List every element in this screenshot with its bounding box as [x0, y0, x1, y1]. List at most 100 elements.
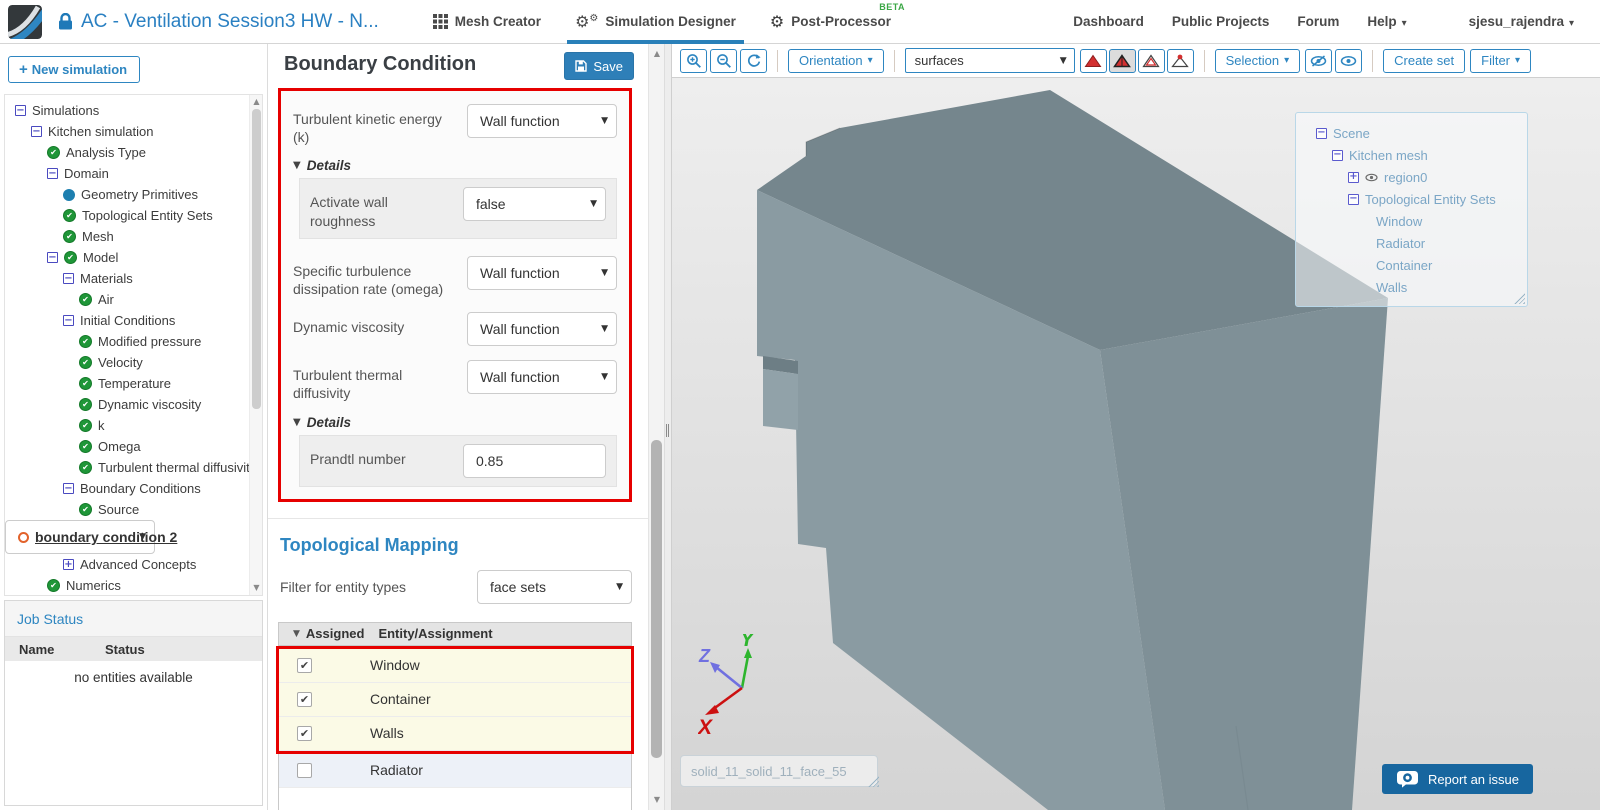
link-dashboard[interactable]: Dashboard: [1073, 14, 1144, 29]
orientation-dropdown[interactable]: Orientation: [788, 48, 884, 73]
sidebar-item-air[interactable]: Air: [5, 289, 262, 310]
sidebar-item-modified-pressure[interactable]: Modified pressure: [5, 331, 262, 352]
surface-mode-button[interactable]: [1079, 48, 1107, 73]
radiator-checkbox[interactable]: [297, 762, 312, 778]
sidebar-item-dynamic-viscosity[interactable]: Dynamic viscosity: [5, 394, 262, 415]
scroll-down-icon[interactable]: ▼: [649, 794, 665, 806]
sidebar-item-boundary-conditions[interactable]: Boundary Conditions: [5, 478, 262, 499]
zoom-in-button[interactable]: [680, 48, 707, 73]
link-forum[interactable]: Forum: [1297, 14, 1339, 29]
sidebar-item-boundary-condition-2[interactable]: boundary condition 2: [5, 520, 177, 554]
scene-node-radiator[interactable]: Radiator: [1306, 232, 1517, 254]
hide-selection-button[interactable]: [1305, 48, 1333, 73]
expander-icon[interactable]: [63, 559, 74, 570]
sidebar-item-analysis-type[interactable]: Analysis Type: [5, 142, 262, 163]
help-menu[interactable]: Help: [1367, 14, 1406, 29]
expander-icon[interactable]: [47, 168, 58, 179]
tab-post-processor[interactable]: ⚙ Post-Processor BETA: [770, 0, 905, 44]
window-checkbox[interactable]: [297, 657, 312, 673]
table-row-window[interactable]: Window: [279, 648, 631, 683]
zoom-out-button[interactable]: [710, 48, 737, 73]
sidebar-item-source[interactable]: Source: [5, 499, 262, 520]
expander-icon[interactable]: [1348, 193, 1359, 205]
sidebar-item-velocity[interactable]: Velocity: [5, 352, 262, 373]
tree-scrollbar[interactable]: ▲ ▼: [249, 95, 262, 595]
link-public-projects[interactable]: Public Projects: [1172, 14, 1270, 29]
selected-face-input[interactable]: solid_11_solid_11_face_55: [680, 755, 878, 787]
tree-scrollbar-thumb[interactable]: [252, 109, 261, 409]
scroll-up-icon[interactable]: ▲: [250, 96, 262, 108]
sidebar-item-geometry-primitives[interactable]: Geometry Primitives: [5, 184, 262, 205]
details-toggle[interactable]: Details: [281, 153, 629, 176]
sidebar-item-numerics[interactable]: Numerics: [5, 575, 262, 595]
expander-icon[interactable]: [63, 273, 74, 284]
refresh-view-button[interactable]: [740, 48, 767, 73]
turbulent-kinetic-energy-select[interactable]: Wall function: [467, 104, 617, 138]
scene-node-window[interactable]: Window: [1306, 210, 1517, 232]
report-issue-button[interactable]: Report an issue: [1381, 764, 1533, 794]
scroll-up-icon[interactable]: ▲: [649, 48, 665, 60]
panel-splitter[interactable]: [664, 44, 672, 810]
expander-icon[interactable]: [31, 126, 42, 137]
filter-dropdown[interactable]: Filter: [1470, 48, 1532, 73]
expander-icon[interactable]: [15, 105, 26, 116]
table-row-container[interactable]: Container: [279, 682, 631, 717]
panel-scrollbar-thumb[interactable]: [651, 440, 662, 758]
sidebar-item-advanced-concepts[interactable]: Advanced Concepts: [5, 554, 262, 575]
table-row-walls[interactable]: Walls: [279, 716, 631, 751]
omega-dissipation-select[interactable]: Wall function: [467, 255, 617, 290]
eye-icon[interactable]: [1365, 173, 1378, 182]
scene-node-kitchen-mesh[interactable]: Kitchen mesh: [1306, 144, 1517, 166]
sidebar-item-materials[interactable]: Materials: [5, 268, 262, 289]
show-selection-button[interactable]: [1335, 48, 1363, 73]
scene-node-topological-entity-sets[interactable]: Topological Entity Sets: [1306, 188, 1517, 210]
details-toggle[interactable]: Details: [281, 410, 629, 433]
table-row-radiator[interactable]: Radiator: [279, 753, 631, 788]
new-simulation-button[interactable]: New simulation: [8, 56, 141, 83]
surface-edges-mode-button[interactable]: [1108, 48, 1136, 73]
save-button[interactable]: Save: [564, 52, 634, 80]
thermal-diffusivity-select[interactable]: Wall function: [467, 360, 617, 395]
sidebar-item-model[interactable]: Model: [5, 247, 262, 268]
sort-descending-icon[interactable]: ▼: [293, 629, 300, 639]
sidebar-item-topological-entity-sets[interactable]: Topological Entity Sets: [5, 205, 262, 226]
sidebar-item-turbulent-thermal-diffusivity[interactable]: Turbulent thermal diffusivity: [5, 457, 262, 478]
expander-icon[interactable]: [1316, 127, 1327, 139]
splitter-grip-icon[interactable]: [666, 424, 669, 437]
entity-type-filter-select[interactable]: face sets: [477, 569, 632, 604]
panel-scrollbar[interactable]: ▲ ▼: [648, 44, 664, 810]
simscale-logo-icon[interactable]: [8, 4, 42, 39]
sidebar-item-temperature[interactable]: Temperature: [5, 373, 262, 394]
project-title[interactable]: AC - Ventilation Session3 HW - N...: [81, 11, 379, 33]
wireframe-mode-button[interactable]: [1137, 48, 1165, 73]
user-menu[interactable]: sjesu_rajendra: [1469, 14, 1574, 29]
expander-icon[interactable]: [63, 483, 74, 494]
sidebar-item-domain[interactable]: Domain: [5, 163, 262, 184]
expander-icon[interactable]: [47, 252, 58, 263]
render-entity-select[interactable]: surfaces: [904, 48, 1075, 73]
sidebar-item-omega[interactable]: Omega: [5, 436, 262, 457]
tab-simulation-designer[interactable]: ⚙⚙ Simulation Designer: [567, 0, 744, 44]
expander-icon[interactable]: [1332, 149, 1343, 161]
prandtl-number-input[interactable]: 0.85: [463, 443, 606, 478]
expander-icon[interactable]: [1348, 171, 1359, 183]
scene-node-region0[interactable]: region0: [1306, 166, 1517, 188]
walls-checkbox[interactable]: [297, 725, 312, 741]
sidebar-item-simulations[interactable]: Simulations: [5, 100, 262, 121]
scroll-down-icon[interactable]: ▼: [250, 582, 262, 594]
wall-roughness-select[interactable]: false: [463, 187, 606, 222]
scene-node-scene[interactable]: Scene: [1306, 122, 1517, 144]
selection-dropdown[interactable]: Selection: [1214, 48, 1301, 73]
tab-mesh-creator[interactable]: Mesh Creator: [432, 0, 541, 44]
container-checkbox[interactable]: [297, 691, 312, 707]
sidebar-item-k[interactable]: k: [5, 415, 262, 436]
expander-icon[interactable]: [63, 315, 74, 326]
dynamic-viscosity-select[interactable]: Wall function: [467, 312, 617, 347]
scene-node-container[interactable]: Container: [1306, 254, 1517, 276]
create-set-button[interactable]: Create set: [1383, 48, 1466, 73]
sidebar-item-mesh[interactable]: Mesh: [5, 226, 262, 247]
sidebar-item-kitchen-simulation[interactable]: Kitchen simulation: [5, 121, 262, 142]
mapping-table-header[interactable]: ▼ Assigned Entity/Assignment: [279, 622, 631, 646]
sidebar-item-initial-conditions[interactable]: Initial Conditions: [5, 310, 262, 331]
3d-canvas[interactable]: Scene Kitchen mesh region0 Topological E…: [672, 78, 1600, 810]
